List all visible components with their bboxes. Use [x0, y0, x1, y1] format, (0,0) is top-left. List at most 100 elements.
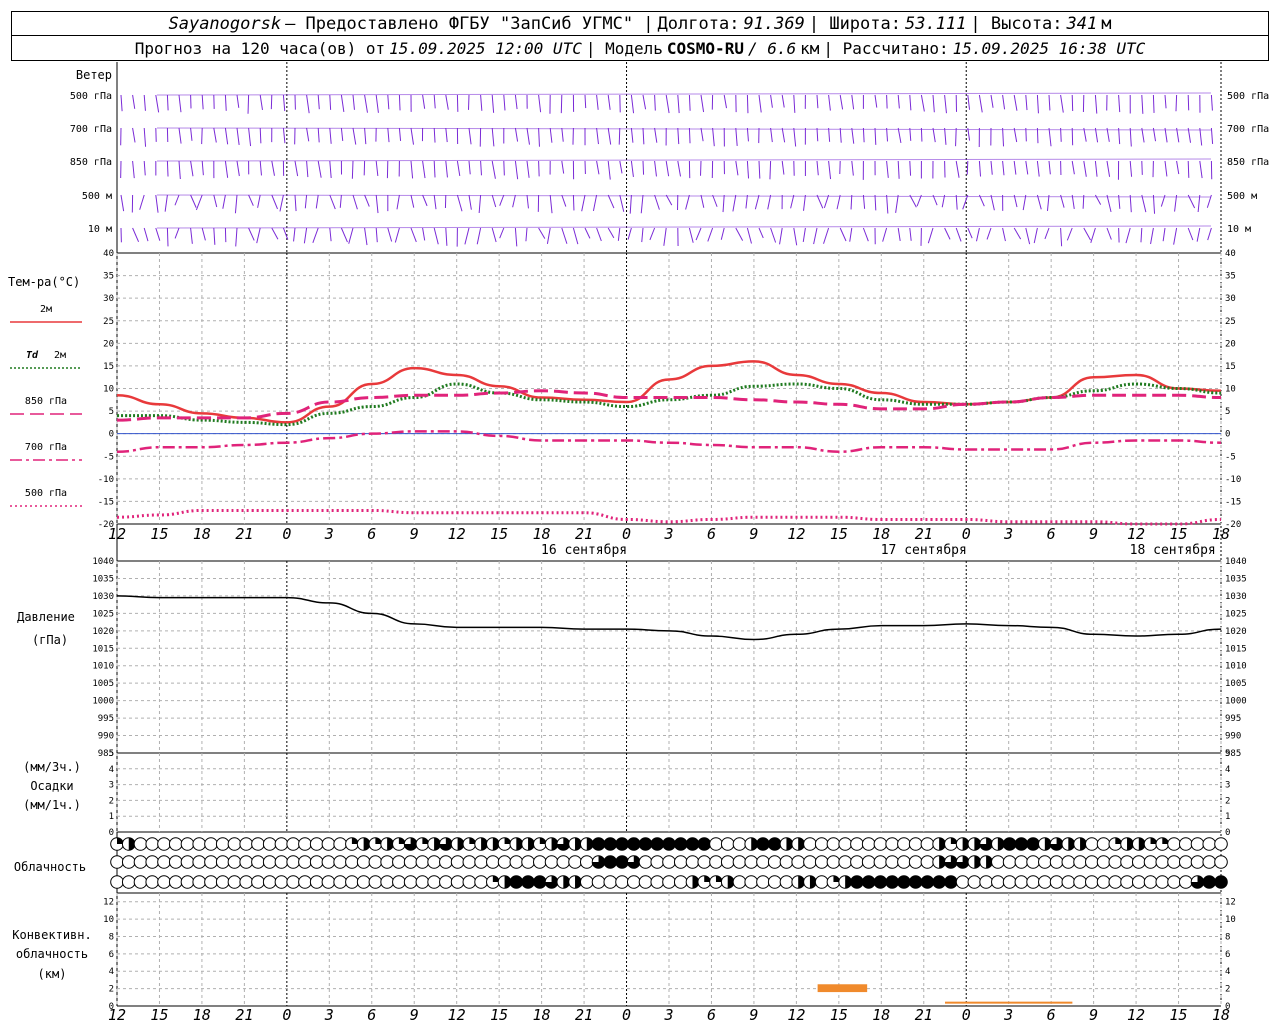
pres-ytick-left: 1030: [92, 592, 114, 602]
cloud-symbol: [145, 837, 160, 851]
precip-unit-3h: (мм/3ч.): [23, 760, 81, 774]
cloud-symbol: [392, 875, 406, 889]
x-tick-label-bottom: 3: [663, 1006, 673, 1024]
cloud-symbol: [920, 837, 935, 851]
cloud-symbol: [1096, 855, 1111, 869]
wind-barb: [607, 160, 611, 180]
prec-ytick-left: 2: [109, 796, 114, 806]
cloud-symbol: [756, 837, 770, 851]
cloud-symbol: [685, 855, 700, 869]
wind-barb: [618, 127, 621, 145]
wind-barb: [735, 160, 739, 176]
cloud-symbol: [826, 837, 841, 851]
x-tick-label: 3: [1003, 525, 1013, 543]
x-tick-label: 18: [872, 525, 890, 543]
x-tick-label-bottom: 18: [872, 1006, 890, 1024]
wind-barb: [190, 227, 193, 244]
wind-barb: [828, 94, 831, 111]
wind-barb: [1162, 227, 1166, 242]
temp-ytick-left: 15: [103, 362, 114, 372]
wind-barb: [770, 127, 773, 143]
wind-barb: [1141, 194, 1147, 213]
temp-ytick-left: 30: [103, 294, 114, 304]
cloud-symbol: [145, 855, 160, 869]
wind-barb: [665, 160, 670, 177]
conv-ytick-left: 4: [109, 967, 114, 977]
wind-barb: [340, 227, 348, 243]
wind-barb: [839, 94, 844, 110]
wind-barb: [758, 94, 762, 113]
cloud-symbol: [192, 855, 207, 869]
cloud-symbol: [1085, 875, 1099, 889]
cloud-symbol: [850, 855, 864, 869]
cloud-symbol: [309, 875, 324, 889]
cloud-symbol: [885, 875, 899, 889]
x-tick-label-bottom: 18: [1212, 1006, 1230, 1024]
cloud-symbol: [779, 875, 794, 889]
wind-barb: [1164, 160, 1168, 177]
cloud-symbol: [1061, 875, 1076, 889]
temp-ytick-right: -5: [1225, 452, 1236, 462]
wind-barb: [329, 94, 332, 110]
x-tick-label-bottom: 12: [108, 1006, 126, 1024]
wind-barb: [256, 227, 261, 244]
cloud-symbol: [1120, 875, 1134, 889]
cloud-symbol: [615, 875, 629, 889]
wind-barb: [174, 227, 180, 239]
wind-barb: [259, 94, 263, 111]
wind-barb: [790, 194, 795, 209]
wind-barb: [1071, 160, 1075, 175]
cloud-symbol: [356, 855, 371, 869]
cloud-symbol: [897, 875, 911, 889]
wind-barb: [990, 94, 994, 108]
wind-barb: [722, 194, 725, 213]
wind-barb: [712, 127, 715, 147]
legend-td-label: Td: [26, 350, 39, 361]
wind-barb: [746, 94, 749, 114]
cloud-symbol: [227, 837, 242, 851]
wind-barb: [962, 194, 969, 210]
cloud-symbol: [403, 855, 418, 869]
wind-level-label: 500 гПа: [70, 91, 112, 102]
wind-barb: [1025, 94, 1028, 111]
temp-ytick-left: -15: [98, 497, 114, 507]
wind-barb: [120, 94, 123, 112]
cloud-symbol: [732, 875, 747, 889]
wind-barb: [642, 94, 647, 110]
wind-barb: [897, 160, 900, 179]
prec-ytick-left: 5: [109, 749, 114, 759]
temp-ytick-right: 40: [1225, 249, 1236, 259]
wind-barb: [816, 160, 819, 176]
cloud-symbol: [262, 875, 277, 889]
wind-barb: [572, 194, 575, 211]
cloud-symbol: [697, 837, 712, 851]
wind-barb: [642, 160, 645, 175]
wind-barb: [398, 94, 401, 111]
wind-barb: [549, 194, 553, 214]
cloud-symbol: [427, 875, 441, 889]
wind-barb: [445, 127, 448, 143]
wind-barb: [665, 194, 673, 206]
wind-barb: [629, 194, 632, 214]
wind-barb: [758, 160, 761, 179]
cloud-symbol: [626, 875, 641, 889]
wind-barb: [607, 194, 615, 209]
wind-barb: [433, 127, 436, 143]
cloud-symbol: [121, 875, 136, 889]
wind-barb: [654, 127, 658, 143]
wind-barb: [294, 194, 297, 212]
wind-barb: [525, 227, 528, 242]
wind-barb: [178, 94, 182, 113]
prec-ytick-right: 1: [1225, 812, 1230, 822]
cloud-symbol: [251, 837, 265, 851]
cloud-symbol: [450, 855, 465, 869]
wind-barb: [398, 127, 402, 142]
cloud-symbol: [638, 837, 653, 851]
wind-barb: [514, 127, 519, 142]
wind-barb: [257, 194, 261, 208]
wind-barb: [592, 194, 598, 212]
wind-barb: [813, 227, 818, 245]
wind-barb: [909, 94, 912, 111]
prec-ytick-right: 0: [1225, 828, 1230, 838]
wind-barb: [1060, 94, 1064, 113]
